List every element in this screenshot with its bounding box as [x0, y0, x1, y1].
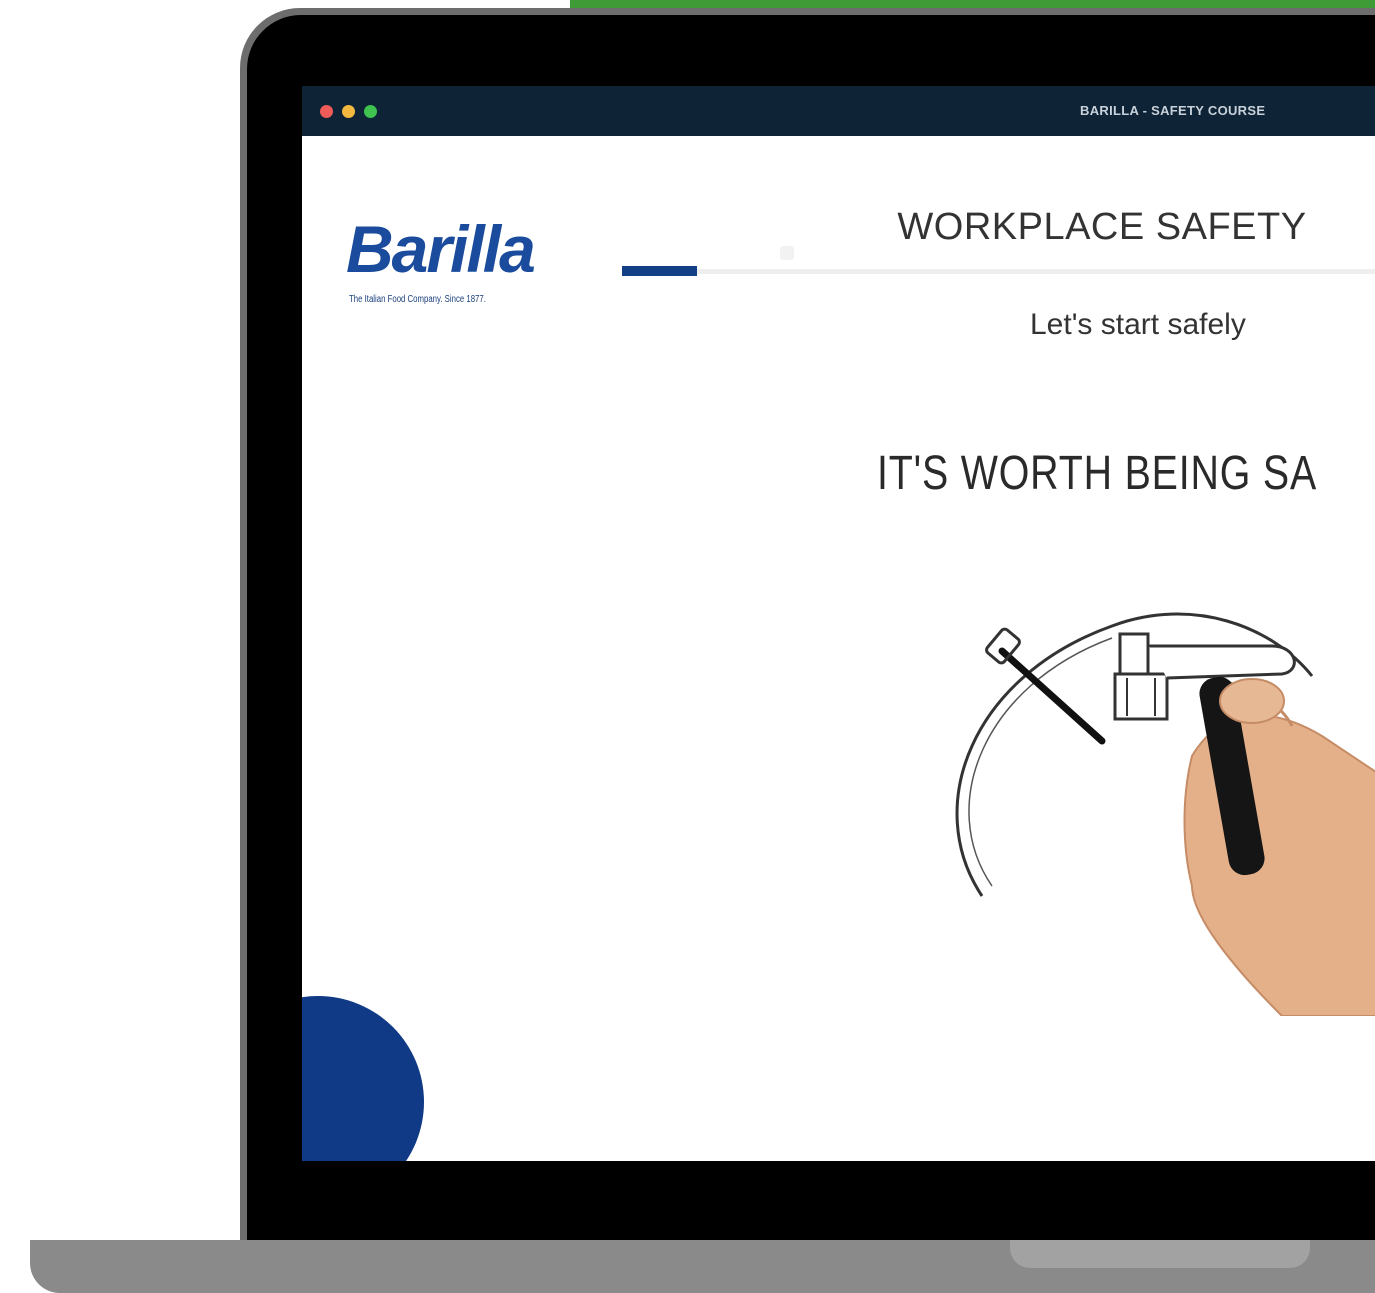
logo-tagline: The Italian Food Company. Since 1877.	[349, 294, 486, 305]
machine-top	[1118, 632, 1150, 676]
course-screen: BARILLA - SAFETY COURSE Barilla The Ital…	[302, 86, 1375, 1161]
hand-drawing-safety-icon	[955, 612, 1375, 1016]
section-dash	[622, 266, 697, 276]
machine-arm	[1148, 644, 1296, 680]
thumb	[1219, 678, 1285, 724]
gauge-arc-inner	[968, 637, 1113, 887]
close-window-button[interactable]	[320, 105, 333, 118]
logo-wordmark: Barilla	[346, 212, 536, 286]
machine-block	[1113, 672, 1169, 721]
progress-knob	[780, 246, 794, 260]
lever-handle	[998, 647, 1106, 745]
laptop-notch	[1010, 1240, 1310, 1268]
slogan-text: IT'S WORTH BEING SA	[877, 447, 1318, 500]
window-title: BARILLA - SAFETY COURSE	[1080, 103, 1266, 118]
barilla-logo: Barilla The Italian Food Company. Since …	[334, 214, 594, 344]
maximize-window-button[interactable]	[364, 105, 377, 118]
minimize-window-button[interactable]	[342, 105, 355, 118]
window-titlebar: BARILLA - SAFETY COURSE	[302, 86, 1375, 136]
progress-track	[697, 269, 1375, 274]
top-accent-bar	[570, 0, 1375, 8]
page-subtitle: Let's start safely	[1030, 308, 1246, 341]
menu-button[interactable]	[302, 996, 424, 1161]
page-title: WORKPLACE SAFETY	[897, 206, 1307, 248]
